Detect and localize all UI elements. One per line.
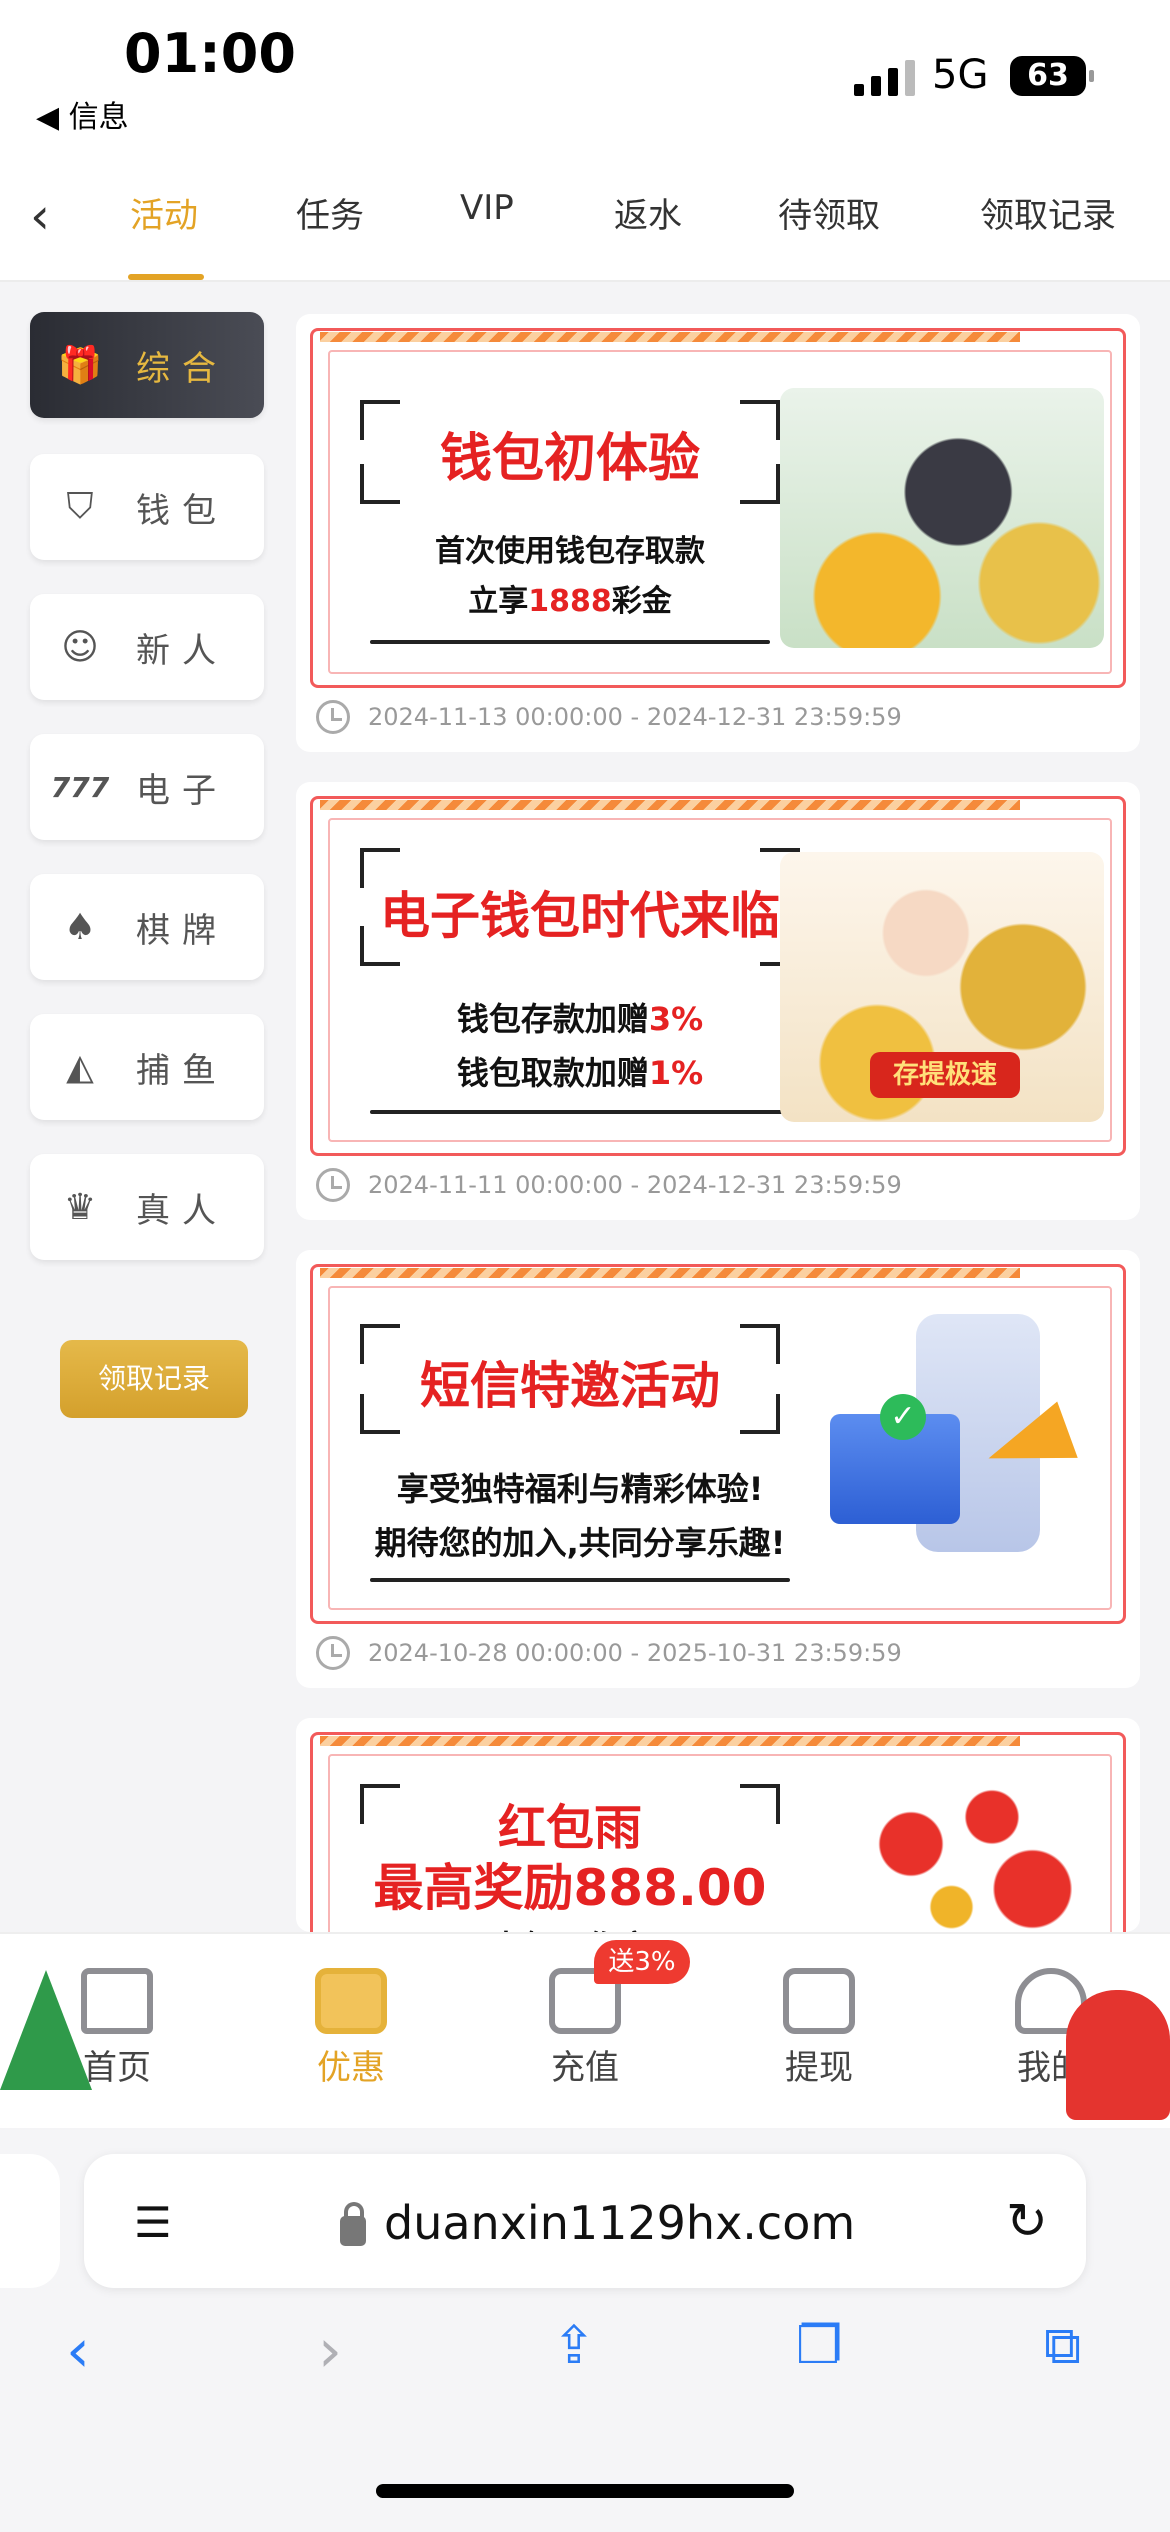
promo-date-row: 2024-11-13 00:00:00 - 2024-12-31 23:59:5… <box>316 700 902 734</box>
cash-withdraw-icon <box>783 1968 855 2034</box>
nav-recharge[interactable]: 充值 <box>520 1968 650 2089</box>
nav-withdraw[interactable]: 提现 <box>754 1968 884 2089</box>
status-time: 01:00 <box>124 22 296 85</box>
divider <box>370 1110 790 1114</box>
sidebar-item-label: 综合 <box>136 348 228 389</box>
signal-icon <box>854 60 915 96</box>
reload-icon[interactable]: ↻ <box>1006 2192 1048 2250</box>
status-bar: 01:00 ◀ 信息 5G 63 <box>0 0 1170 150</box>
promo-art-label: 存提极速 <box>870 1052 1020 1098</box>
promo-line-1: 未领取作废 <box>370 1922 770 1932</box>
divider <box>370 1578 790 1582</box>
clock-icon <box>316 1636 350 1670</box>
sidebar-item-label: 真人 <box>136 1190 228 1231</box>
tab-activities[interactable]: 活动 <box>130 188 198 237</box>
tab-pending[interactable]: 待领取 <box>778 188 880 237</box>
tab-claim-history[interactable]: 领取记录 <box>980 188 1116 237</box>
previous-tab-edge[interactable] <box>0 2154 60 2288</box>
sidebar-item-label: 棋牌 <box>136 910 228 951</box>
network-type: 5G <box>932 52 989 98</box>
promo-banner: 红包雨 最高奖励888.00 未领取作废 <box>310 1732 1126 1932</box>
sidebar-item-wallet[interactable]: ⛉ 钱包 <box>30 454 264 560</box>
promo-card-wallet-trial[interactable]: 钱包初体验 首次使用钱包存取款 立享1888彩金 2024-11-13 00:0… <box>296 314 1140 752</box>
lock-icon <box>340 2202 366 2246</box>
divider <box>370 640 770 644</box>
shield-star-icon: ⛉ <box>66 486 94 527</box>
chevron-left-icon[interactable]: ‹ <box>30 188 70 244</box>
users-icon: ☺ <box>61 626 99 668</box>
bottom-navigation: 首页 优惠 充值 提现 我的 <box>0 1932 1170 2128</box>
nav-label: 优惠 <box>317 2048 385 2088</box>
promo-date-range: 2024-11-11 00:00:00 - 2024-12-31 23:59:5… <box>368 1171 902 1199</box>
sidebar-item-label: 捕鱼 <box>136 1050 228 1091</box>
home-indicator[interactable] <box>376 2484 794 2498</box>
sidebar-item-fishing[interactable]: ◭ 捕鱼 <box>30 1014 264 1120</box>
promo-banner: 短信特邀活动 享受独特福利与精彩体验! 期待您的加入,共同分享乐趣! ✓ <box>310 1264 1126 1624</box>
promo-card-ewallet-era[interactable]: 电子钱包时代来临 钱包存款加赠3% 钱包取款加赠1% 存提极速 2024-11-… <box>296 782 1140 1220</box>
tabs-icon[interactable]: ⧉ <box>1044 2316 1081 2377</box>
promo-line-1: 钱包存款加赠3% <box>456 1000 704 1038</box>
promo-date-row: 2024-10-28 00:00:00 - 2025-10-31 23:59:5… <box>316 1636 902 1670</box>
sidebar-item-label: 新人 <box>136 630 228 671</box>
promo-headline: 电子钱包时代来临 <box>380 887 780 945</box>
active-tab-indicator <box>128 274 204 280</box>
tab-tasks[interactable]: 任务 <box>296 188 364 237</box>
santa-icon <box>1066 1990 1170 2120</box>
gift-icon <box>315 1968 387 2034</box>
promo-card-sms-invite[interactable]: 短信特邀活动 享受独特福利与精彩体验! 期待您的加入,共同分享乐趣! ✓ 202… <box>296 1250 1140 1688</box>
promo-date-range: 2024-10-28 00:00:00 - 2025-10-31 23:59:5… <box>368 1639 902 1667</box>
clock-icon <box>316 700 350 734</box>
reader-icon[interactable]: ☰ <box>134 2198 172 2247</box>
promo-headline: 短信特邀活动 <box>420 1357 720 1415</box>
battery-icon: 63 <box>1010 56 1094 96</box>
sidebar-item-all[interactable]: 🎁 综合 <box>30 312 264 418</box>
shark-icon: ◭ <box>66 1046 94 1088</box>
sidebar-item-newbie[interactable]: ☺ 新人 <box>30 594 264 700</box>
slot-777-icon: 777 <box>50 770 110 804</box>
tab-rebate[interactable]: 返水 <box>614 188 682 237</box>
promo-date-range: 2024-11-13 00:00:00 - 2024-12-31 23:59:5… <box>368 703 902 731</box>
sidebar-item-slots[interactable]: 777 电子 <box>30 734 264 840</box>
claim-history-button[interactable]: 领取记录 <box>60 1340 248 1418</box>
check-icon: ✓ <box>880 1394 926 1440</box>
promo-banner: 电子钱包时代来临 钱包存款加赠3% 钱包取款加赠1% 存提极速 <box>310 796 1126 1156</box>
dealer-icon: ♛ <box>63 1186 97 1228</box>
gift-icon: 🎁 <box>57 345 103 386</box>
clock-icon <box>316 1168 350 1202</box>
promo-illustration-image <box>780 388 1104 648</box>
promo-line-1: 享受独特福利与精彩体验! <box>396 1470 764 1508</box>
promo-banner: 钱包初体验 首次使用钱包存取款 立享1888彩金 <box>310 328 1126 688</box>
promo-line-2: 立享1888彩金 <box>468 584 672 619</box>
promo-card-red-envelope-rain[interactable]: 红包雨 最高奖励888.00 未领取作废 <box>296 1718 1140 1932</box>
forward-icon[interactable]: › <box>318 2316 342 2386</box>
address-bar[interactable]: ☰ duanxin1129hx.com ↻ <box>84 2154 1086 2288</box>
share-icon[interactable]: ⇪ <box>552 2316 596 2376</box>
back-to-app-link[interactable]: ◀ 信息 <box>36 92 129 136</box>
sidebar-item-cards[interactable]: ♠ 棋牌 <box>30 874 264 980</box>
christmas-tree-icon <box>0 1970 92 2090</box>
url-text[interactable]: duanxin1129hx.com <box>384 2196 855 2250</box>
red-envelope-illustration-image <box>830 1772 1100 1932</box>
nav-label: 提现 <box>785 2048 853 2088</box>
recharge-bonus-badge: 送3% <box>594 1940 690 1984</box>
promo-line-2: 钱包取款加赠1% <box>456 1054 704 1092</box>
sidebar-item-label: 钱包 <box>136 490 228 531</box>
sidebar-item-live[interactable]: ♛ 真人 <box>30 1154 264 1260</box>
bookmarks-icon[interactable]: ❐ <box>796 2316 843 2376</box>
promo-line-1: 首次使用钱包存取款 <box>435 534 705 569</box>
promo-subheadline: 最高奖励888.00 <box>373 1859 767 1917</box>
nav-label: 充值 <box>551 2048 619 2088</box>
sidebar-item-label: 电子 <box>136 770 228 811</box>
cards-icon: ♠ <box>63 906 97 948</box>
back-icon[interactable]: ‹ <box>66 2316 90 2386</box>
promo-headline: 钱包初体验 <box>439 429 700 489</box>
promo-date-row: 2024-11-11 00:00:00 - 2024-12-31 23:59:5… <box>316 1168 902 1202</box>
promo-line-2: 期待您的加入,共同分享乐趣! <box>374 1524 786 1562</box>
top-tab-bar: ‹ 活动 任务 VIP 返水 待领取 领取记录 <box>0 150 1170 282</box>
browser-chrome: ☰ duanxin1129hx.com ↻ ‹ › ⇪ ❐ ⧉ <box>0 2130 1170 2532</box>
nav-promotions[interactable]: 优惠 <box>286 1968 416 2089</box>
tab-vip[interactable]: VIP <box>460 188 514 228</box>
